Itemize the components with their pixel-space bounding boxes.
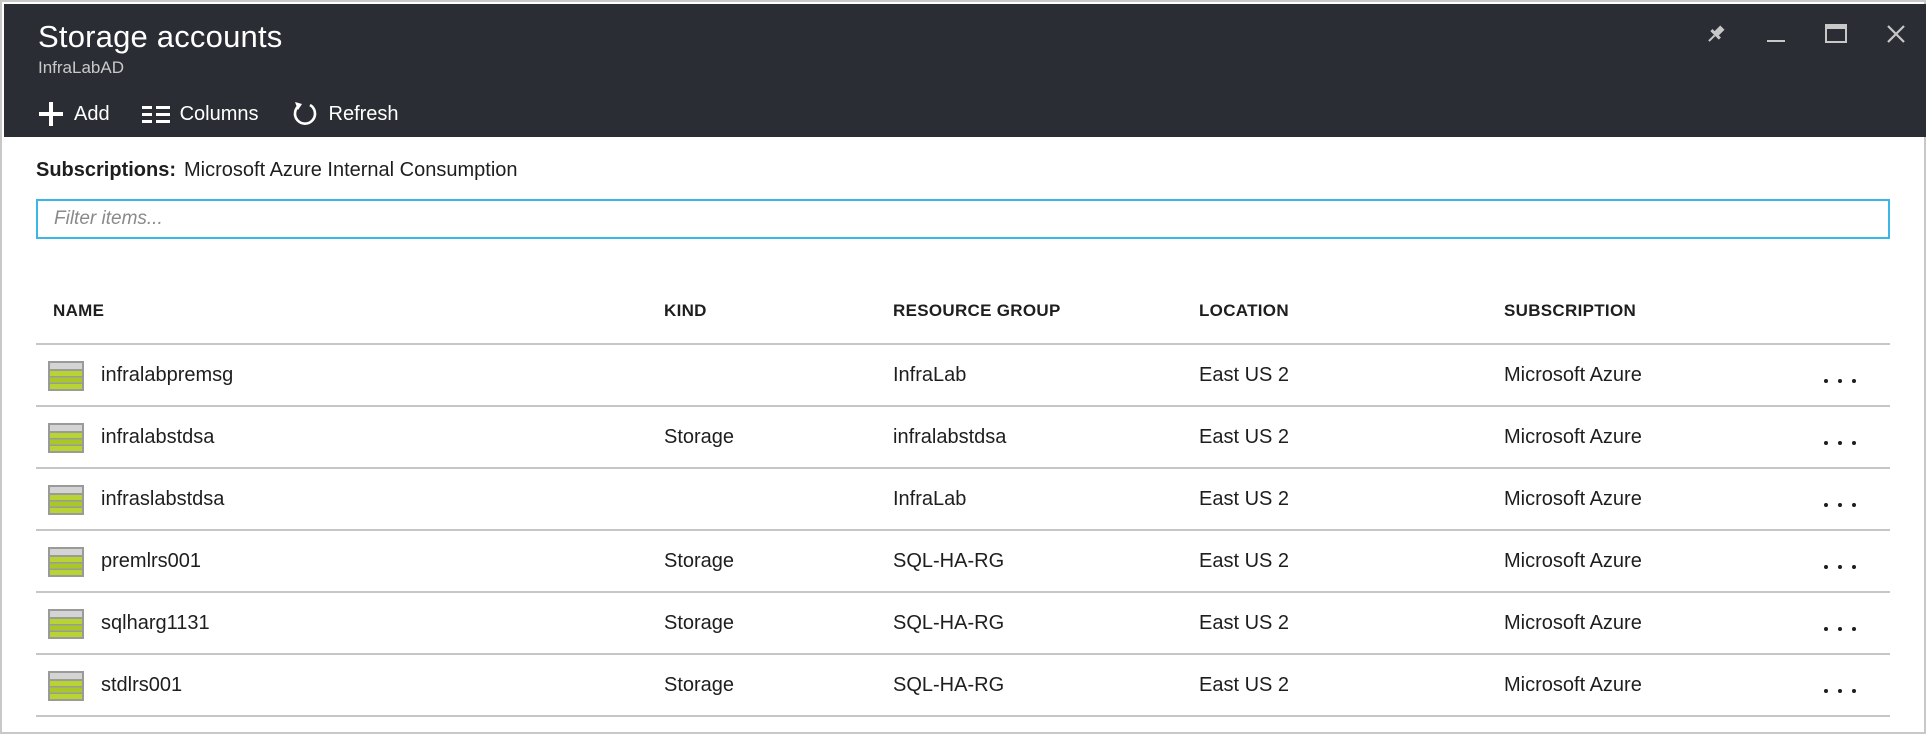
table-row[interactable]: stdlrs001 Storage SQL-HA-RG East US 2 Mi… [36,655,1890,717]
window-controls [1686,14,1926,54]
row-name[interactable]: infralabpremsg [101,364,233,387]
row-name[interactable]: stdlrs001 [101,674,182,697]
row-kind: Storage [664,612,735,634]
blade-frame: Storage accounts InfraLabAD Add Columns … [0,0,1926,734]
row-subscription: Microsoft Azure [1504,426,1642,448]
more-options-icon[interactable] [1824,681,1856,701]
row-location: East US 2 [1199,674,1290,696]
row-location: East US 2 [1199,612,1290,634]
row-location: East US 2 [1199,426,1290,448]
minimize-icon[interactable] [1746,14,1806,54]
subscriptions-filter[interactable]: Subscriptions: Microsoft Azure Internal C… [36,159,518,182]
row-kind: Storage [664,426,735,448]
refresh-icon [291,100,319,128]
storage-account-icon [48,547,84,577]
column-header-subscription[interactable]: SUBSCRIPTION [1504,301,1636,321]
more-options-icon[interactable] [1824,619,1856,639]
more-options-icon[interactable] [1824,371,1856,391]
add-button-label: Add [74,102,110,125]
add-button[interactable]: Add [38,101,110,127]
table-row[interactable]: infralabpremsg InfraLab East US 2 Micros… [36,345,1890,407]
columns-icon [141,104,170,124]
columns-button[interactable]: Columns [141,102,259,126]
row-subscription: Microsoft Azure [1504,674,1642,696]
columns-button-label: Columns [179,102,259,125]
row-resource-group: InfraLab [893,364,967,386]
more-options-icon[interactable] [1824,433,1856,453]
maximize-icon[interactable] [1806,14,1866,54]
blade-title: Storage accounts [38,19,283,54]
more-options-icon[interactable] [1824,495,1856,515]
row-subscription: Microsoft Azure [1504,488,1642,510]
pin-icon[interactable] [1686,14,1746,54]
storage-account-icon [48,423,84,453]
storage-account-icon [48,485,84,515]
plus-icon [38,101,64,127]
column-header-name[interactable]: NAME [53,301,104,321]
row-name[interactable]: premlrs001 [101,550,201,573]
row-kind: Storage [664,674,735,696]
column-header-kind[interactable]: KIND [664,301,707,321]
close-icon[interactable] [1866,14,1926,54]
row-subscription: Microsoft Azure [1504,364,1642,386]
row-location: East US 2 [1199,364,1290,386]
row-name[interactable]: infralabstdsa [101,426,214,449]
filter-input[interactable] [54,208,1888,230]
storage-account-icon [48,671,84,701]
row-subscription: Microsoft Azure [1504,550,1642,572]
row-subscription: Microsoft Azure [1504,612,1642,634]
blade-subtitle: InfraLabAD [38,58,124,77]
row-location: East US 2 [1199,550,1290,572]
column-header-location[interactable]: LOCATION [1199,301,1289,321]
table-row[interactable]: infraslabstdsa InfraLab East US 2 Micros… [36,469,1890,531]
more-options-icon[interactable] [1824,557,1856,577]
blade-header: Storage accounts InfraLabAD Add Columns … [4,4,1926,137]
subscriptions-value: Microsoft Azure Internal Consumption [184,159,518,181]
table-header: NAME KIND RESOURCE GROUP LOCATION SUBSCR… [36,287,1890,345]
table-row[interactable]: infralabstdsa Storage infralabstdsa East… [36,407,1890,469]
storage-account-icon [48,361,84,391]
subscriptions-label: Subscriptions: [36,159,177,181]
table-row[interactable]: sqlharg1131 Storage SQL-HA-RG East US 2 … [36,593,1890,655]
row-name[interactable]: infraslabstdsa [101,488,224,511]
filter-box [36,199,1890,239]
refresh-button[interactable]: Refresh [291,100,399,128]
refresh-button-label: Refresh [328,102,399,125]
storage-account-icon [48,609,84,639]
command-bar: Add Columns Refresh [38,94,431,134]
column-header-resource-group[interactable]: RESOURCE GROUP [893,301,1061,321]
table-row[interactable]: premlrs001 Storage SQL-HA-RG East US 2 M… [36,531,1890,593]
row-resource-group: SQL-HA-RG [893,550,1005,572]
row-kind: Storage [664,550,735,572]
row-name[interactable]: sqlharg1131 [101,612,210,635]
row-resource-group: infralabstdsa [893,426,1007,448]
row-location: East US 2 [1199,488,1290,510]
row-resource-group: SQL-HA-RG [893,612,1005,634]
storage-accounts-table: NAME KIND RESOURCE GROUP LOCATION SUBSCR… [36,287,1890,717]
row-resource-group: InfraLab [893,488,967,510]
row-resource-group: SQL-HA-RG [893,674,1005,696]
